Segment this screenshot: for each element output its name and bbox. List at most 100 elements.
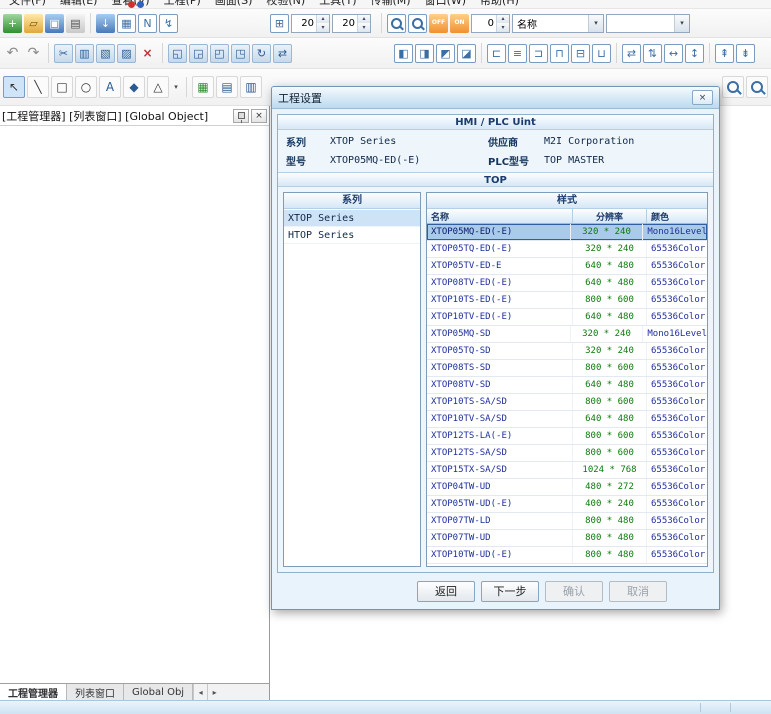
panel-tab[interactable]: 工程管理器	[0, 684, 67, 700]
menu-item[interactable]: 编辑(E)	[53, 0, 105, 8]
state-index-spinner[interactable]: 0 ▴ ▾	[471, 14, 510, 33]
width-spinner[interactable]: 20 ▴ ▾	[291, 14, 330, 33]
rotate-icon[interactable]: ↻	[252, 44, 271, 63]
off-state-icon[interactable]: OFF	[429, 14, 448, 33]
spinner-up-icon[interactable]: ▴	[497, 15, 509, 24]
spinner-down-icon[interactable]: ▾	[317, 23, 329, 32]
align-right-icon[interactable]: ⊐	[529, 44, 548, 63]
column-header[interactable]: 名称	[427, 209, 573, 223]
style-table-row[interactable]: XTOP05TQ-ED(-E)320 * 24065536Color	[427, 241, 707, 258]
download-to-device-icon[interactable]: ↓	[96, 14, 115, 33]
menu-item[interactable]: 帮助(H)	[473, 0, 526, 8]
menu-item[interactable]: 工程(P)	[157, 0, 208, 8]
ok-button[interactable]: 确认	[545, 581, 603, 602]
on-state-icon[interactable]: ON	[450, 14, 469, 33]
ungroup-icon[interactable]: ◲	[189, 44, 208, 63]
align-top-icon[interactable]: ⊓	[550, 44, 569, 63]
series-list-item[interactable]: XTOP Series	[284, 210, 420, 227]
align-center-icon[interactable]: ≡	[508, 44, 527, 63]
chart-tool[interactable]: ▥	[240, 76, 262, 98]
space-horizontal-icon[interactable]: ⇄	[622, 44, 641, 63]
arrange-forward-icon[interactable]: ◩	[436, 44, 455, 63]
style-table-row[interactable]: XTOP10TS-ED(-E)800 * 60065536Color	[427, 292, 707, 309]
object-value-dropdown[interactable]: ▾	[606, 14, 690, 33]
new-project-icon[interactable]: +	[3, 14, 22, 33]
print-icon[interactable]: ▤	[66, 14, 85, 33]
arrange-front-icon[interactable]: ◧	[394, 44, 413, 63]
image-tool[interactable]: ▦	[192, 76, 214, 98]
spinner-up-icon[interactable]: ▴	[317, 15, 329, 24]
cancel-button[interactable]: 取消	[609, 581, 667, 602]
grid-settings-icon[interactable]: ⊞	[270, 14, 289, 33]
style-table-row[interactable]: XTOP04TW-UD480 * 27265536Color	[427, 479, 707, 496]
align-left-icon[interactable]: ⊏	[487, 44, 506, 63]
redo-icon[interactable]: ↷	[24, 44, 43, 63]
bring-front-icon[interactable]: ◰	[210, 44, 229, 63]
style-table-row[interactable]: XTOP12TS-SA/SD800 * 60065536Color	[427, 445, 707, 462]
select-tool[interactable]: ↖	[3, 76, 25, 98]
style-table-row[interactable]: XTOP10TW-UD(-E)800 * 48065536Color	[427, 547, 707, 564]
zoom-in-tool[interactable]	[722, 76, 744, 98]
copy-icon[interactable]: ▥	[75, 44, 94, 63]
column-header[interactable]: 分辨率	[573, 209, 647, 223]
save-project-icon[interactable]: ▣	[45, 14, 64, 33]
column-header[interactable]: 颜色	[647, 209, 707, 223]
style-table-row[interactable]: XTOP05TV-ED-E640 * 48065536Color	[427, 258, 707, 275]
tab-scroll-right-icon[interactable]: ▸	[207, 684, 221, 700]
panel-tab[interactable]: Global Obj	[124, 684, 193, 700]
back-button[interactable]: 返回	[417, 581, 475, 602]
delete-icon[interactable]: ×	[138, 44, 157, 63]
style-table-row[interactable]: XTOP05TQ-SD320 * 24065536Color	[427, 343, 707, 360]
menu-item[interactable]: 文件(F)	[2, 0, 53, 8]
zoom-select-icon[interactable]	[387, 14, 406, 33]
undo-icon[interactable]: ↶	[3, 44, 22, 63]
spinner-down-icon[interactable]: ▾	[358, 23, 370, 32]
style-table-row[interactable]: XTOP10TV-SA/SD640 * 48065536Color	[427, 411, 707, 428]
text-tool[interactable]: A	[99, 76, 121, 98]
style-table-row[interactable]: XTOP07TW-UD800 * 48065536Color	[427, 530, 707, 547]
spinner-down-icon[interactable]: ▾	[497, 23, 509, 32]
line-tool[interactable]: ╲	[27, 76, 49, 98]
same-height-icon[interactable]: ↕	[685, 44, 704, 63]
style-table-row[interactable]: XTOP05MQ-ED(-E)320 * 240Mono16Level	[427, 224, 707, 241]
screen-manager-icon[interactable]: ▦	[117, 14, 136, 33]
object-name-dropdown[interactable]: 名称 ▾	[512, 14, 604, 33]
menu-item[interactable]: 工具(T)	[312, 0, 363, 8]
chevron-down-icon[interactable]: ▾	[674, 15, 689, 32]
open-project-icon[interactable]: ▱	[24, 14, 43, 33]
chevron-down-icon[interactable]: ▾	[588, 15, 603, 32]
ellipse-tool[interactable]: ○	[75, 76, 97, 98]
panel-close-button[interactable]: ×	[251, 109, 267, 123]
flip-icon[interactable]: ⇄	[273, 44, 292, 63]
menu-item[interactable]: 窗口(W)	[418, 0, 473, 8]
spinner-up-icon[interactable]: ▴	[358, 15, 370, 24]
dialog-close-button[interactable]: ×	[692, 90, 713, 105]
pin-button[interactable]	[233, 109, 249, 123]
polygon-dropdown-icon[interactable]: ▾	[171, 76, 181, 98]
group-icon[interactable]: ◱	[168, 44, 187, 63]
series-list-item[interactable]: HTOP Series	[284, 227, 420, 244]
polygon-tool[interactable]: △	[147, 76, 169, 98]
menu-item[interactable]: 校验(N)	[259, 0, 312, 8]
dialog-titlebar[interactable]: 工程设置 ×	[272, 87, 719, 109]
tab-scroll-left-icon[interactable]: ◂	[193, 684, 207, 700]
layer-down-icon[interactable]: ⇟	[736, 44, 755, 63]
next-button[interactable]: 下一步	[481, 581, 539, 602]
align-bottom-icon[interactable]: ⊔	[592, 44, 611, 63]
style-table-row[interactable]: XTOP07TW-LD800 * 48065536Color	[427, 513, 707, 530]
paste-icon[interactable]: ▧	[96, 44, 115, 63]
fill-tool[interactable]: ◆	[123, 76, 145, 98]
style-table-row[interactable]: XTOP10TS-SA/SD800 * 60065536Color	[427, 394, 707, 411]
style-table-row[interactable]: XTOP12TS-LA(-E)800 * 60065536Color	[427, 428, 707, 445]
menu-item[interactable]: 画面(S)	[208, 0, 260, 8]
style-table-row[interactable]: XTOP08TV-ED(-E)640 * 48065536Color	[427, 275, 707, 292]
rect-tool[interactable]: □	[51, 76, 73, 98]
quick-transfer-icon[interactable]: ↯	[159, 14, 178, 33]
space-vertical-icon[interactable]: ⇅	[643, 44, 662, 63]
same-width-icon[interactable]: ↔	[664, 44, 683, 63]
zoom-out-tool[interactable]	[746, 76, 768, 98]
table-tool[interactable]: ▤	[216, 76, 238, 98]
communication-n-icon[interactable]: N	[138, 14, 157, 33]
style-table-row[interactable]: XTOP08TS-SD800 * 60065536Color	[427, 360, 707, 377]
style-table-row[interactable]: XTOP05TW-UD(-E)400 * 24065536Color	[427, 496, 707, 513]
